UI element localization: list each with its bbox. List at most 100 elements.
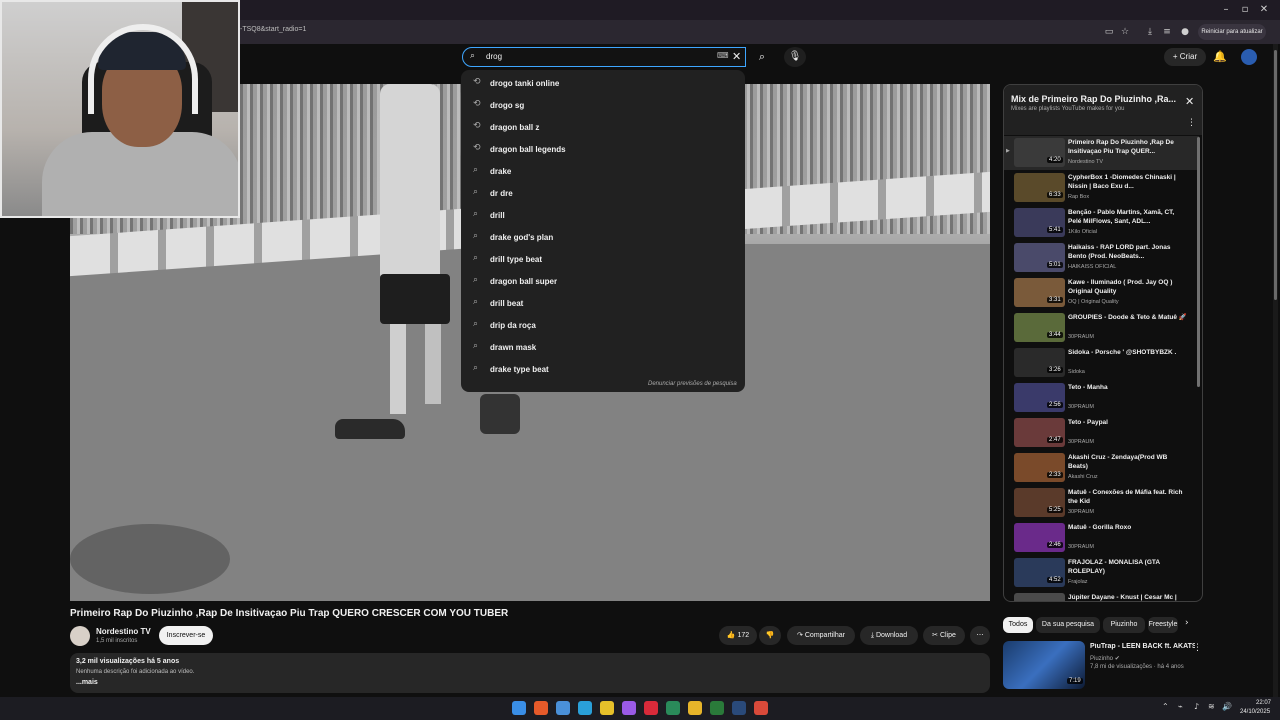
notifications-bell-icon[interactable]: 🔔: [1213, 50, 1227, 63]
suggestion-item[interactable]: ⟲ dragon ball z: [461, 117, 745, 139]
office-icon[interactable]: [534, 701, 548, 715]
folder-icon[interactable]: [688, 701, 702, 715]
description-box[interactable]: [70, 653, 990, 693]
mic-tray-icon[interactable]: ♪: [1194, 702, 1199, 711]
cast-icon[interactable]: ▭: [1102, 25, 1116, 39]
search-input[interactable]: [462, 47, 746, 67]
subscribe-button[interactable]: Inscrever-se: [159, 626, 213, 645]
suggestion-item[interactable]: ⟲ dragon ball legends: [461, 139, 745, 161]
recommended-duration: 7:19: [1067, 678, 1083, 684]
playlist-item[interactable]: 5:01 Haikaiss - RAP LORD part. Jonas Bent…: [1004, 241, 1199, 275]
chrome-icon[interactable]: [600, 701, 614, 715]
suggestion-item[interactable]: ⟲ drogo tanki online: [461, 73, 745, 95]
playlist-menu-icon[interactable]: ⋮: [1187, 118, 1196, 128]
suggestion-item[interactable]: ⟲ drogo sg: [461, 95, 745, 117]
create-button[interactable]: + Criar: [1164, 48, 1206, 66]
chevron-right-icon[interactable]: ›: [1185, 618, 1189, 628]
close-window-button[interactable]: ✕: [1256, 3, 1272, 17]
excel-icon[interactable]: [710, 701, 724, 715]
playlist-item[interactable]: 3:26 Sidoka - Porsche ' @SHOTBYBZK . Sidok…: [1004, 346, 1199, 380]
download-icon[interactable]: ⤓: [1143, 25, 1157, 39]
like-button[interactable]: 👍 172: [719, 626, 757, 645]
page-scrollbar-thumb[interactable]: [1274, 50, 1277, 300]
clock-date[interactable]: 24/10/2025: [1240, 709, 1270, 715]
chrome-alt-icon[interactable]: [754, 701, 768, 715]
filter-chip[interactable]: Todos: [1003, 617, 1033, 633]
playlist-duration: 3:31: [1047, 297, 1063, 303]
wifi-icon[interactable]: ≋: [1208, 702, 1215, 711]
playlist-item[interactable]: 6:33 CypherBox 1 -Diomedes Chinaski | Nis…: [1004, 171, 1199, 205]
playlist-item[interactable]: Júpiter Dayane - Knust | Cesar Mc | Xamã…: [1004, 591, 1199, 601]
create-label: Criar: [1179, 52, 1198, 61]
suggestion-text: drogo sg: [490, 101, 525, 110]
playlist-item[interactable]: 3:44 GROUPIES - Doode & Teto & Matuê 🚀 30P…: [1004, 311, 1199, 345]
playlist-duration: 4:52: [1047, 577, 1063, 583]
playlist-item[interactable]: 3:31 Kawe - Iluminado ( Prod. Jay OQ ) Or…: [1004, 276, 1199, 310]
filter-chip[interactable]: Freestyle: [1148, 617, 1178, 633]
app-icon[interactable]: [666, 701, 680, 715]
opera-icon[interactable]: [644, 701, 658, 715]
calendar-icon[interactable]: [556, 701, 570, 715]
playlist-scrollbar[interactable]: [1197, 137, 1200, 387]
playlist-item-channel: Sidoka: [1068, 369, 1085, 375]
filter-chip[interactable]: Piuzinho: [1103, 617, 1145, 633]
recommended-menu-icon[interactable]: ⋮: [1193, 643, 1202, 653]
search-input-value[interactable]: drog: [486, 52, 502, 61]
suggestion-item[interactable]: ⌕ drake god's plan: [461, 227, 745, 249]
suggestion-item[interactable]: ⌕ drill beat: [461, 293, 745, 315]
playlist-item-title: Benção - Pablo Martins, Xamã, CT, Pelé M…: [1068, 209, 1175, 225]
messenger-icon[interactable]: [622, 701, 636, 715]
suggestion-item[interactable]: ⌕ drake type beat: [461, 359, 745, 381]
tray-chevron-icon[interactable]: ⌃: [1162, 702, 1169, 711]
dislike-button[interactable]: 👎: [759, 626, 781, 645]
playlist-item[interactable]: 2:56 Teto - Manha 30PRAUM: [1004, 381, 1199, 415]
edge-icon[interactable]: [578, 701, 592, 715]
close-playlist-icon[interactable]: ✕: [1185, 95, 1194, 108]
maximize-button[interactable]: ▫: [1237, 3, 1253, 17]
filter-chip[interactable]: Da sua pesquisa: [1036, 617, 1100, 633]
playlist-item[interactable]: 2:33 Akashi Cruz - Zendaya(Prod WB Beats)…: [1004, 451, 1199, 485]
volume-icon[interactable]: 🔊: [1222, 702, 1232, 711]
suggestion-item[interactable]: ⌕ drill: [461, 205, 745, 227]
playlist-item[interactable]: 5:25 Matuê - Conexões de Máfia feat. Rich…: [1004, 486, 1199, 520]
search-button[interactable]: ⌕: [748, 47, 776, 67]
url-text[interactable]: -TSQ8&start_radio=1: [240, 26, 306, 33]
suggestion-item[interactable]: ⌕ drake: [461, 161, 745, 183]
profile-icon[interactable]: ●: [1178, 25, 1192, 39]
recommended-title[interactable]: PiuTrap - LEEN BACK ft. AKATS: [1090, 643, 1195, 650]
media-icon[interactable]: ≡: [1160, 25, 1174, 39]
suggestion-item[interactable]: ⌕ dragon ball super: [461, 271, 745, 293]
recommended-channel[interactable]: Piuzinho ✔: [1090, 655, 1120, 662]
thumbs-up-icon: 👍: [726, 631, 736, 639]
suggestion-item[interactable]: ⌕ dr dre: [461, 183, 745, 205]
start-icon[interactable]: [512, 701, 526, 715]
playlist-item[interactable]: 5:41 Benção - Pablo Martins, Xamã, CT, Pe…: [1004, 206, 1199, 240]
channel-avatar[interactable]: [70, 626, 90, 646]
suggestion-item[interactable]: ⌕ drip da roça: [461, 315, 745, 337]
clock-time[interactable]: 22:07: [1256, 700, 1271, 706]
playlist-item[interactable]: 2:47 Teto - Paypal 30PRAUM: [1004, 416, 1199, 450]
playlist-item[interactable]: 4:52 FRAJOLAZ - MONALISA (GTA ROLEPLAY) Fr…: [1004, 556, 1199, 590]
channel-name[interactable]: Nordestino TV: [96, 627, 151, 636]
show-more-link[interactable]: ...mais: [76, 679, 98, 686]
suggestion-text: dragon ball legends: [490, 145, 566, 154]
network-icon[interactable]: ⌁: [1178, 702, 1183, 711]
star-icon[interactable]: ☆: [1118, 25, 1132, 39]
clear-search-icon[interactable]: ✕: [732, 50, 741, 63]
suggestion-item[interactable]: ⌕ drill type beat: [461, 249, 745, 271]
playlist-item[interactable]: 2:46 Matuê - Gorilla Roxo 30PRAUM: [1004, 521, 1199, 555]
share-button[interactable]: ↷ Compartilhar: [787, 626, 855, 645]
report-predictions-link[interactable]: Denunciar previsões de pesquisa: [648, 381, 737, 387]
more-actions-button[interactable]: ⋯: [970, 626, 990, 645]
restart-update-button[interactable]: Reiniciar para atualizar: [1198, 24, 1266, 40]
minimize-button[interactable]: –: [1218, 3, 1234, 17]
steam-icon[interactable]: [732, 701, 746, 715]
playlist-title[interactable]: Mix de Primeiro Rap Do Piuzinho ,Ra...: [1011, 94, 1181, 104]
account-avatar[interactable]: [1241, 49, 1257, 65]
download-button[interactable]: ⤓ Download: [860, 626, 918, 645]
keyboard-icon[interactable]: ⌨: [717, 51, 729, 60]
voice-search-button[interactable]: 🎙: [784, 47, 806, 67]
clip-button[interactable]: ✂ Clipe: [923, 626, 965, 645]
suggestion-item[interactable]: ⌕ drawn mask: [461, 337, 745, 359]
playlist-item[interactable]: ▶ 4:20 Primeiro Rap Do Piuzinho ,Rap De In…: [1004, 136, 1199, 170]
